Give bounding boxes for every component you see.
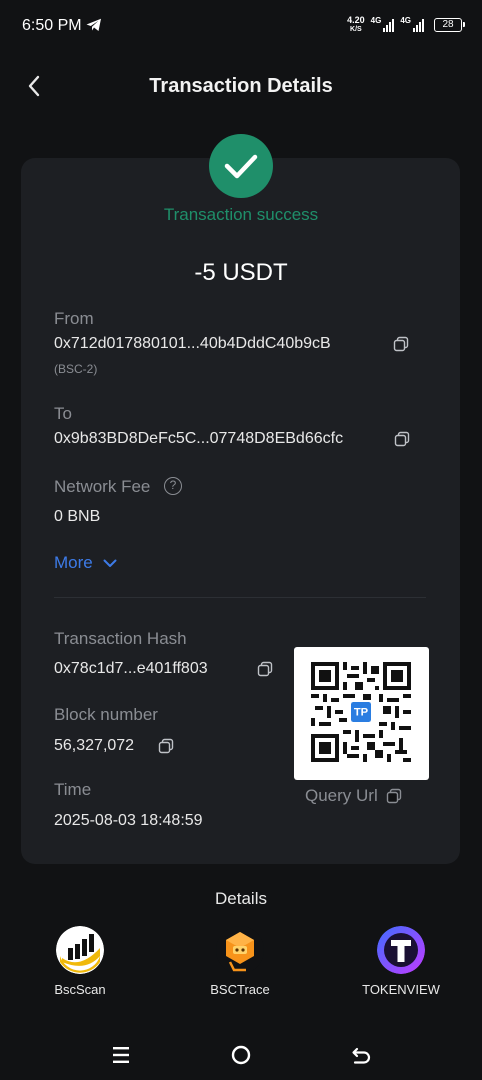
- bsctrace-logo-icon: [216, 926, 264, 974]
- copy-block-icon[interactable]: [158, 738, 174, 754]
- qr-badge-label: TP: [354, 707, 369, 719]
- explorer-bsctrace[interactable]: BSCTrace: [180, 926, 300, 997]
- block-number-label: Block number: [54, 705, 158, 724]
- bscscan-logo-icon: [56, 926, 104, 974]
- explorer-name: TOKENVIEW: [362, 982, 440, 997]
- recent-apps-button[interactable]: [108, 1042, 134, 1068]
- status-bar: 6:50 PM 4.20 K/S 4G 4G 28: [0, 0, 482, 52]
- explorer-bscscan[interactable]: BscScan: [20, 926, 140, 997]
- back-arrow-icon: [352, 1047, 371, 1064]
- to-address[interactable]: 0x9b83BD8DeFc5C...07748D8EBd66cfc: [54, 430, 343, 448]
- success-check-icon: [209, 134, 273, 198]
- transaction-hash-label: Transaction Hash: [54, 629, 187, 648]
- status-icons: 4.20 K/S 4G 4G 28: [347, 14, 465, 36]
- explorer-tokenview[interactable]: TOKENVIEW: [341, 926, 461, 997]
- qr-code-image: TP: [311, 662, 411, 762]
- chevron-down-icon: [103, 559, 117, 567]
- details-title: Details: [215, 889, 267, 908]
- home-button[interactable]: [228, 1042, 254, 1068]
- explorer-name: BscScan: [54, 982, 106, 997]
- status-time: 6:50 PM: [22, 17, 82, 34]
- network-speed-value: 4.20: [347, 15, 365, 25]
- time-value: 2025-08-03 18:48:59: [54, 812, 203, 829]
- network-speed-unit: K/S: [350, 26, 362, 33]
- network-type-1: 4G: [370, 15, 382, 25]
- tokenview-logo-icon: [377, 926, 425, 974]
- transaction-amount: -5 USDT: [194, 259, 288, 286]
- battery-icon: 28: [434, 18, 465, 32]
- network-type-2: 4G: [400, 15, 411, 25]
- back-nav-button[interactable]: [348, 1042, 374, 1068]
- page-title: Transaction Details: [149, 75, 333, 97]
- explorer-name: BSCTrace: [210, 982, 270, 997]
- from-network: (BSC-2): [54, 362, 98, 376]
- copy-icon: [386, 788, 401, 804]
- divider: [54, 597, 426, 598]
- copy-from-icon[interactable]: [393, 336, 409, 352]
- network-fee-value: 0 BNB: [54, 508, 101, 525]
- signal-2-icon: 4G: [400, 15, 424, 32]
- system-nav-bar: [0, 1030, 482, 1080]
- query-url-label: Query Url: [305, 786, 378, 805]
- to-label: To: [54, 404, 72, 423]
- telegram-icon: [86, 18, 101, 31]
- signal-1-icon: 4G: [370, 15, 395, 32]
- query-url-button[interactable]: Query Url: [305, 786, 402, 806]
- network-speed: 4.20 K/S: [347, 16, 365, 34]
- from-address[interactable]: 0x712d017880101...40b4DddC40b9cB: [54, 335, 331, 353]
- copy-hash-icon[interactable]: [257, 661, 273, 677]
- home-circle-icon: [231, 1045, 251, 1065]
- menu-icon: [113, 1047, 129, 1063]
- more-label: More: [54, 553, 93, 572]
- more-button[interactable]: More: [54, 553, 117, 573]
- copy-to-icon[interactable]: [394, 431, 410, 447]
- qr-code[interactable]: TP: [294, 647, 429, 780]
- network-fee-label: Network Fee: [54, 477, 151, 496]
- block-number-value[interactable]: 56,327,072: [54, 737, 134, 755]
- transaction-status: Transaction success: [163, 205, 319, 224]
- transaction-hash-value[interactable]: 0x78c1d7...e401ff803: [54, 660, 208, 678]
- header: Transaction Details: [0, 60, 482, 112]
- from-label: From: [54, 309, 94, 328]
- help-icon[interactable]: ?: [164, 477, 182, 495]
- time-label: Time: [54, 780, 92, 799]
